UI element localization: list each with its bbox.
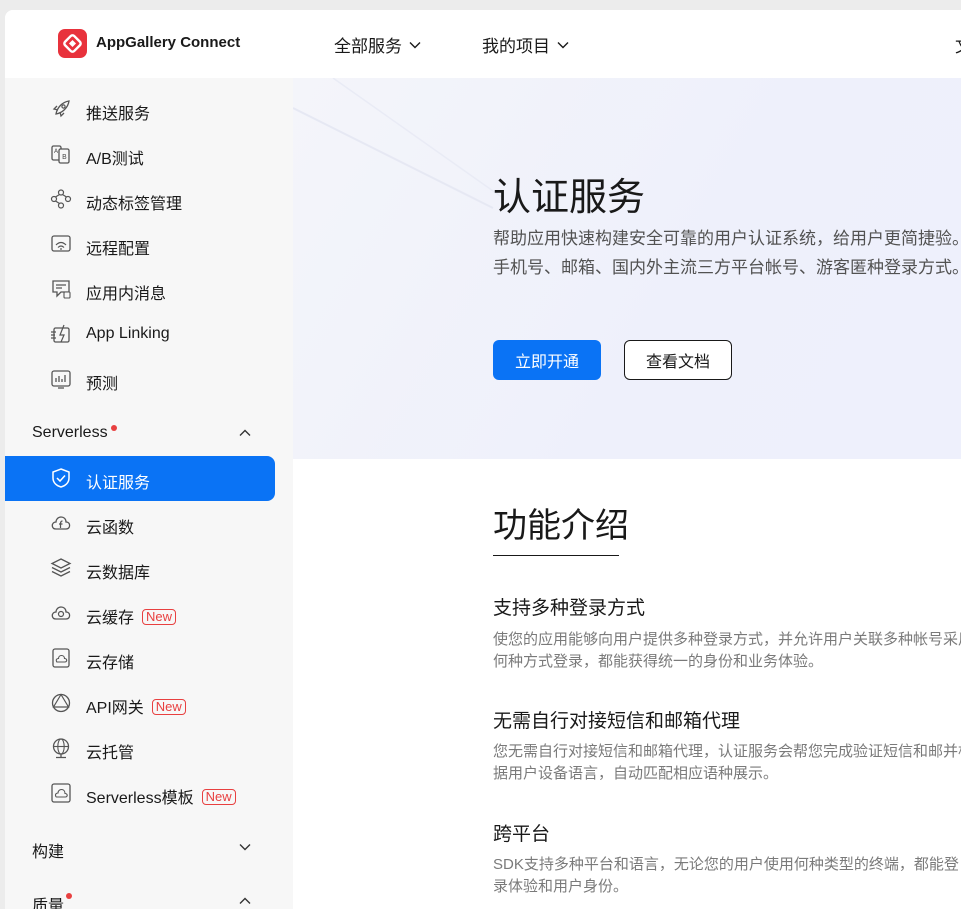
top-bar: AppGallery Connect 全部服务 我的项目 文: [5, 10, 961, 78]
svg-text:A: A: [54, 148, 59, 155]
cloud-cache-icon: [51, 606, 71, 620]
prediction-icon: [51, 370, 71, 389]
sidebar-item-label: API网关 New: [86, 694, 186, 718]
feature-title: 支持多种登录方式: [493, 598, 646, 619]
feature-description: 您无需自行对接短信和邮箱代理，认证服务会帮您完成验证短信和邮并根据用户设备语言，…: [493, 743, 961, 782]
nav-truncated-item[interactable]: 文: [955, 32, 961, 57]
ab-test-icon: AB: [51, 145, 70, 164]
page-title: 认证服务: [493, 177, 646, 219]
notification-dot: [111, 425, 117, 431]
database-layers-icon: [50, 558, 72, 577]
app-window: AppGallery Connect 全部服务 我的项目 文 推送服务 AB A…: [5, 10, 961, 909]
sidebar-item-label: 云数据库: [86, 565, 151, 582]
tag-graph-icon: [50, 189, 72, 209]
cloud-function-icon: [51, 516, 71, 530]
new-badge: New: [151, 699, 186, 715]
sidebar-item-app-linking[interactable]: App Linking: [5, 312, 293, 357]
feature-description: 使您的应用能够向用户提供多种登录方式，并允许用户关联多种帐号采用何种方式登录，都…: [493, 631, 961, 670]
sidebar-group-quality[interactable]: 质量: [5, 879, 293, 909]
nav-my-projects[interactable]: 我的项目: [482, 32, 570, 57]
sidebar-item-cloud-storage[interactable]: 云存储: [5, 636, 293, 681]
hero-description: 帮助应用快速构建安全可靠的用户认证系统，给用户更简捷验。支持手机号、邮箱、国内外…: [493, 229, 961, 277]
sidebar-item-in-app-message[interactable]: 应用内消息: [5, 267, 293, 312]
group-label: Serverless: [32, 424, 108, 441]
sidebar-item-label: App Linking: [86, 325, 170, 342]
sidebar-item-push[interactable]: 推送服务: [5, 87, 293, 132]
svg-text:B: B: [62, 153, 67, 161]
app-linking-icon: [51, 324, 70, 343]
hero-banner: 认证服务 帮助应用快速构建安全可靠的用户认证系统，给用户更简捷验。支持手机号、邮…: [293, 78, 961, 459]
sidebar-item-label: 远程配置: [86, 241, 151, 258]
chevron-up-icon: [239, 429, 251, 436]
section-title: 功能介绍: [493, 507, 629, 545]
section-underline: [493, 555, 619, 556]
sidebar-item-label-text: Serverless模板: [86, 790, 194, 807]
sidebar-item-ab-test[interactable]: AB A/B测试: [5, 132, 293, 177]
sidebar-item-remote-config[interactable]: 远程配置: [5, 222, 293, 267]
feature-description: SDK支持多种平台和语言，无论您的用户使用何种类型的终端，都能登录体验和用户身份…: [493, 856, 959, 895]
sidebar-item-serverless-template[interactable]: Serverless模板 New: [5, 771, 293, 816]
sidebar-item-label-text: 云缓存: [86, 610, 135, 627]
appgallery-logo-icon[interactable]: [58, 29, 87, 58]
brand-name[interactable]: AppGallery Connect: [96, 34, 240, 51]
sidebar-item-label-text: API网关: [86, 700, 144, 717]
sidebar-item-label: 应用内消息: [86, 286, 167, 303]
sidebar-item-cloud-cache[interactable]: 云缓存 New: [5, 591, 293, 636]
new-badge: New: [201, 789, 236, 805]
globe-icon: [52, 738, 70, 759]
nav-all-services-label: 全部服务: [334, 37, 402, 56]
remote-config-icon: [51, 235, 71, 252]
rocket-icon: [52, 100, 70, 118]
sidebar-group-build[interactable]: 构建: [5, 825, 293, 869]
sidebar: 推送服务 AB A/B测试 动态标签管理 远程配置 应用内消息 App Link…: [5, 78, 293, 909]
nav-all-services[interactable]: 全部服务: [334, 32, 422, 57]
feature-title: 无需自行对接短信和邮箱代理: [493, 711, 741, 732]
sidebar-item-auth-service[interactable]: 认证服务: [5, 456, 275, 501]
sidebar-item-cloud-hosting[interactable]: 云托管: [5, 726, 293, 771]
sidebar-item-label: 云托管: [86, 745, 135, 762]
nav-my-projects-label: 我的项目: [482, 37, 550, 56]
sidebar-item-api-gateway[interactable]: API网关 New: [5, 681, 293, 726]
shield-check-icon: [52, 468, 70, 488]
chevron-down-icon: [557, 41, 569, 48]
sidebar-item-label: A/B测试: [86, 151, 144, 168]
chevron-up-icon: [239, 897, 251, 904]
sidebar-item-label: 云函数: [86, 520, 135, 537]
sidebar-item-label: 云存储: [86, 655, 135, 672]
sidebar-item-label: 动态标签管理: [86, 196, 183, 213]
sidebar-item-cloud-functions[interactable]: 云函数: [5, 501, 293, 546]
message-icon: [52, 280, 71, 299]
chevron-down-icon: [409, 41, 421, 48]
cloud-storage-icon: [52, 648, 70, 668]
view-docs-button[interactable]: 查看文档: [624, 340, 732, 380]
api-gateway-icon: [51, 693, 71, 713]
sidebar-item-prediction[interactable]: 预测: [5, 357, 293, 402]
sidebar-item-label: 推送服务: [86, 106, 151, 123]
sidebar-item-cloud-db[interactable]: 云数据库: [5, 546, 293, 591]
group-label: 构建: [32, 844, 65, 861]
feature-title: 跨平台: [493, 824, 551, 845]
chevron-down-icon: [239, 844, 251, 851]
group-label: 质量: [32, 898, 65, 909]
sidebar-item-label: 预测: [86, 376, 119, 393]
template-cloud-icon: [51, 783, 71, 803]
sidebar-item-dynamic-tag[interactable]: 动态标签管理: [5, 177, 293, 222]
notification-dot: [66, 893, 72, 899]
sidebar-group-serverless[interactable]: Serverless: [5, 411, 293, 455]
sidebar-item-label: 云缓存 New: [86, 604, 177, 628]
sidebar-item-label: 认证服务: [86, 475, 151, 492]
activate-now-button[interactable]: 立即开通: [493, 340, 601, 380]
new-badge: New: [142, 609, 177, 625]
sidebar-item-label: Serverless模板 New: [86, 784, 236, 808]
